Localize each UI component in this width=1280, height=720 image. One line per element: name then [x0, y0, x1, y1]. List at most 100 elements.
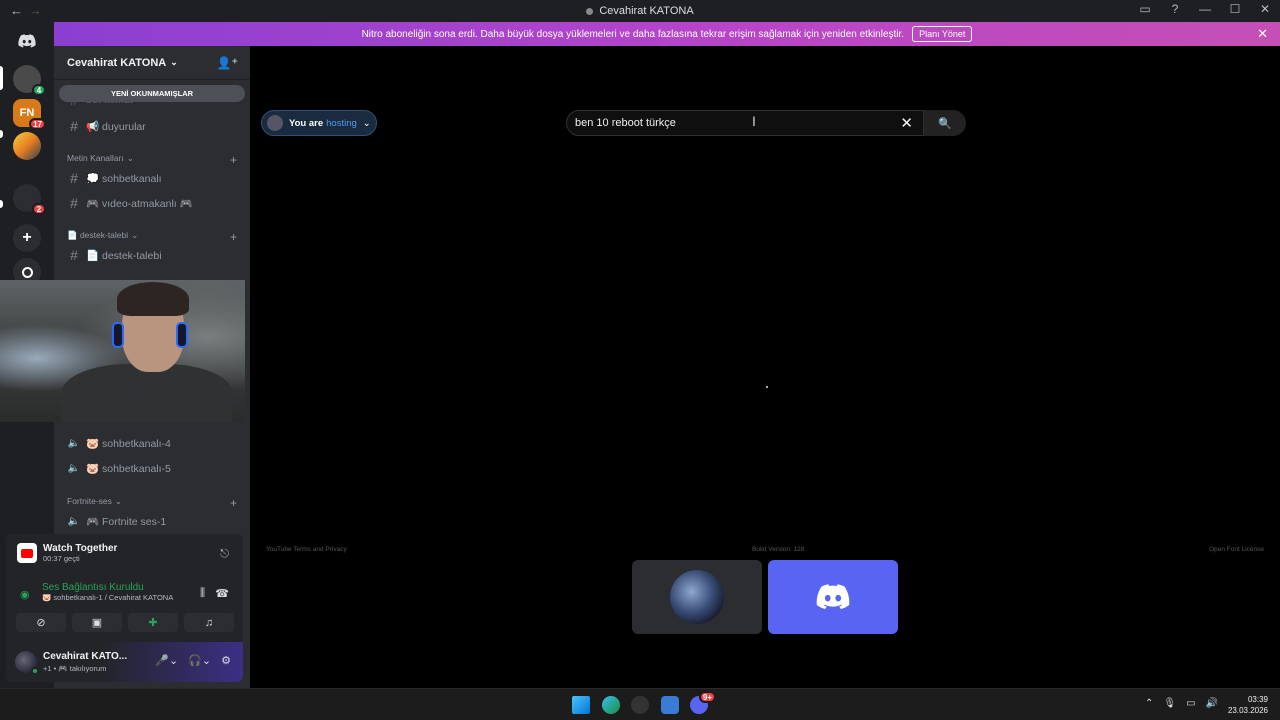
soundboard-icon[interactable]: ♫	[184, 613, 234, 632]
inbox-icon[interactable]: ▭	[1138, 2, 1152, 16]
category-fortnite-ses[interactable]: Fortnite-ses ⌄ +	[67, 496, 237, 510]
text-cursor-icon: I	[752, 113, 756, 129]
online-status-icon	[31, 667, 39, 675]
avatar	[670, 570, 724, 624]
plus-icon: +	[22, 229, 32, 246]
discord-logo-icon	[18, 34, 36, 48]
headphones-icon	[112, 322, 124, 348]
selected-server-pill	[0, 66, 3, 90]
voice-controls: ⊘ ▣ ✚ ♫	[16, 613, 234, 632]
window-title: Cevahirat KATONA	[0, 5, 1280, 17]
camera-off-icon[interactable]: ⊘	[16, 613, 66, 632]
microphone-icon[interactable]: 🎤⌄	[155, 654, 178, 667]
system-clock[interactable]: 03:39 23.03.2026	[1228, 694, 1268, 716]
hash-icon: #	[70, 170, 78, 186]
create-channel-icon[interactable]: +	[230, 496, 237, 510]
maximize-button[interactable]: ☐	[1228, 2, 1242, 16]
discord-logo-icon	[816, 584, 850, 610]
activity-watch-together[interactable]: Watch Together 00:37 geçti	[17, 543, 117, 563]
voice-channel-fortnite-ses-1[interactable]: 🔈 🎮 Fortnite ses-1	[62, 511, 242, 531]
server-icon-1[interactable]: 4	[13, 65, 46, 96]
discord-taskbar-icon[interactable]: 9+	[690, 691, 716, 714]
discord-home-button[interactable]	[13, 27, 41, 55]
participant-tile-discord[interactable]	[768, 560, 898, 634]
open-font-license-link[interactable]: Open Font License	[1209, 546, 1264, 553]
speaker-icon: 🔈	[67, 437, 81, 449]
window-controls: ▭ ? — ☐ ✕	[1138, 2, 1272, 16]
edge-icon[interactable]	[602, 696, 620, 714]
close-window-button[interactable]: ✕	[1258, 2, 1272, 16]
voice-channel-sohbetkanali-5[interactable]: 🔈 🐷 sohbetkanalı-5	[62, 458, 242, 478]
hash-icon: #	[70, 195, 78, 211]
disconnect-icon[interactable]: ☎	[215, 587, 229, 600]
settings-app-icon[interactable]	[661, 696, 679, 714]
add-server-button[interactable]: +	[13, 224, 41, 252]
nitro-expired-banner: Nitro aboneliğin sona erdi. Daha büyük d…	[54, 22, 1280, 46]
chevron-down-icon: ⌄	[362, 117, 371, 129]
unread-badge: 4	[32, 84, 46, 96]
person-hair	[117, 282, 189, 316]
channel-sohbetkanali[interactable]: # 💭 sohbetkanalı	[62, 168, 242, 188]
window-titlebar: ←→ Cevahirat KATONA ▭ ? — ☐ ✕	[0, 0, 1280, 22]
channel-video-atmakanli[interactable]: # 🎮 vıdeo-atmakanlı 🎮	[62, 193, 242, 213]
windows-taskbar: 9+ ⌃ 🎙 ▭ 🔊 03:39 23.03.2026	[0, 688, 1280, 720]
search-input[interactable]: ben 10 reboot türkçe ✕	[566, 110, 924, 136]
hash-icon: #	[70, 118, 78, 134]
signal-icon: ◉	[20, 589, 30, 601]
category-destek-talebi[interactable]: 📄 destek-talebi ⌄ +	[67, 230, 237, 244]
server-icon-fn[interactable]: FN 17	[13, 99, 46, 130]
manage-plan-button[interactable]: Planı Yönet	[912, 26, 973, 42]
server-icon-anime[interactable]	[13, 132, 41, 160]
headphones-icon[interactable]: 🎧⌄	[188, 654, 211, 667]
activity-icon[interactable]: ✚	[128, 613, 178, 632]
hash-icon: #	[70, 247, 78, 263]
mention-badge: 17	[29, 118, 46, 130]
chevron-down-icon: ⌄	[170, 57, 178, 67]
leave-activity-icon[interactable]: ⎋	[220, 548, 229, 561]
chevron-up-icon[interactable]: ⌃	[1145, 698, 1153, 709]
server-icon	[586, 7, 594, 15]
youtube-terms-link[interactable]: YouTube Terms and Privacy	[266, 546, 347, 553]
hosting-button[interactable]: You are hosting ⌄	[261, 110, 377, 136]
microphone-icon[interactable]: 🎙	[1163, 698, 1176, 709]
search-icon: 🔍	[938, 117, 952, 130]
loading-dot	[766, 386, 768, 388]
windows-start-icon[interactable]	[572, 696, 590, 714]
create-channel-icon[interactable]: +	[230, 230, 237, 244]
build-version: Build Version: 128	[752, 546, 805, 553]
mention-badge: 2	[32, 203, 46, 215]
watch-together-view: You are hosting ⌄ ben 10 reboot türkçe ✕ …	[250, 46, 1280, 688]
gear-icon[interactable]: ⚙	[221, 654, 231, 667]
create-channel-icon[interactable]: +	[230, 153, 237, 167]
close-icon[interactable]: ✕	[1257, 26, 1268, 42]
notification-badge: 9+	[698, 691, 716, 703]
speaker-icon: 🔈	[67, 515, 81, 527]
participant-tile-user[interactable]	[632, 560, 762, 634]
person-body	[62, 364, 232, 422]
screen-share-icon[interactable]: ▣	[72, 613, 122, 632]
youtube-icon	[17, 543, 37, 563]
help-icon[interactable]: ?	[1168, 2, 1182, 16]
noise-suppression-icon[interactable]: ⫼	[200, 587, 205, 600]
video-area	[250, 100, 1280, 554]
volume-icon[interactable]: 🔊	[1206, 698, 1218, 709]
host-avatar	[267, 115, 283, 131]
participants-strip	[250, 554, 1280, 688]
server-header[interactable]: Cevahirat KATONA ⌄ 👤⁺	[54, 46, 250, 80]
voice-connection[interactable]: ◉ Ses Bağlantısı Kuruldu 🐷 sohbetkanalı-…	[18, 582, 173, 602]
game-app-icon[interactable]	[631, 696, 649, 714]
speaker-icon: 🔈	[67, 462, 81, 474]
search-button[interactable]: 🔍	[924, 110, 966, 136]
channel-duyurular[interactable]: # 📢 duyurular	[62, 116, 242, 136]
server-folder[interactable]: 2	[13, 184, 46, 215]
channel-destek-talebi[interactable]: # 📄 destek-talebi	[62, 245, 242, 265]
display-icon[interactable]: ▭	[1186, 698, 1195, 709]
new-unreads-pill[interactable]: YENİ OKUNMAMIŞLAR	[59, 85, 245, 102]
clear-search-icon[interactable]: ✕	[900, 114, 913, 132]
user-panel: Cevahirat KATO... +1 • 🎮 takılıyorum 🎤⌄ …	[6, 642, 243, 682]
voice-activity-panel: Watch Together 00:37 geçti ⎋ ◉ Ses Bağla…	[6, 534, 243, 682]
invite-people-icon[interactable]: 👤⁺	[217, 56, 238, 70]
category-metin-kanallari[interactable]: Metin Kanalları ⌄ +	[67, 153, 237, 167]
minimize-button[interactable]: —	[1198, 2, 1212, 16]
voice-channel-sohbetkanali-4[interactable]: 🔈 🐷 sohbetkanalı-4	[62, 433, 242, 453]
